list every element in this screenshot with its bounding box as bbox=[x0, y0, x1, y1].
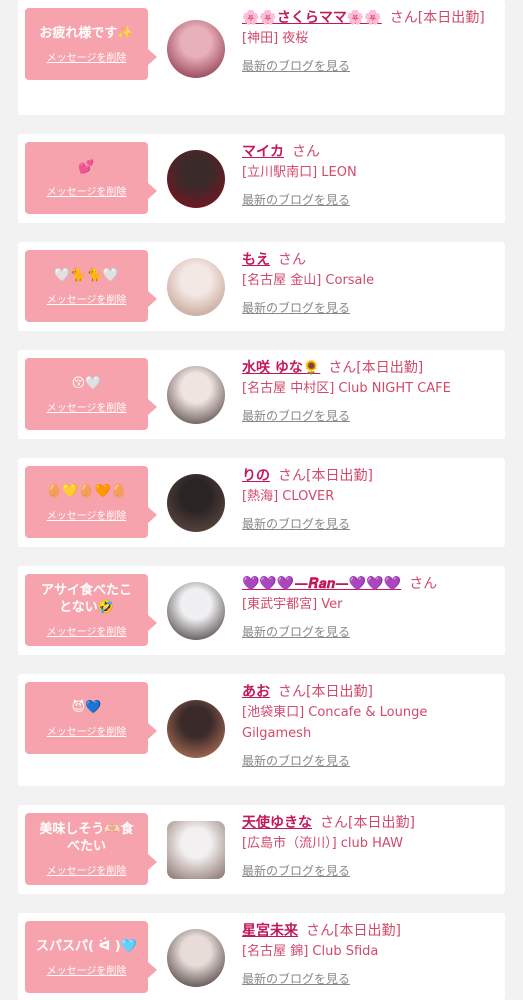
shop-label: [名古屋 金山] Corsale bbox=[242, 273, 375, 288]
message-bubble: 🤍🐈🐈🤍 メッセージを削除 bbox=[25, 250, 157, 322]
message-text: 😚🤍 bbox=[71, 375, 102, 391]
profile-name-link[interactable]: マイカ bbox=[242, 144, 284, 160]
profile-info: 水咲 ゆな🌻 さん[本日出勤] [名古屋 中村区] Club NIGHT CAFE… bbox=[242, 358, 499, 424]
message-card: 🥚💛🥚🧡🥚 メッセージを削除 りの さん[本日出勤] [熱海] CLOVER 最新… bbox=[18, 458, 505, 547]
avatar[interactable] bbox=[167, 929, 225, 987]
message-card: 💕 メッセージを削除 マイカ さん [立川駅南口] LEON 最新のブログを見る bbox=[18, 134, 505, 223]
avatar[interactable] bbox=[167, 366, 225, 424]
shop-label: [神田] 夜桜 bbox=[242, 31, 309, 46]
latest-blog-link[interactable]: 最新のブログを見る bbox=[242, 752, 350, 769]
name-suffix: さん[本日出勤] bbox=[389, 10, 485, 26]
latest-blog-link[interactable]: 最新のブログを見る bbox=[242, 970, 350, 987]
message-card: アサイ食べたことない🤣 メッセージを削除 💜💜💜—𝑹𝒂𝒏—💜💜💜 さん [東武宇都… bbox=[18, 566, 505, 655]
profile-info: あお さん[本日出勤] [池袋東口] Concafe & Lounge Gilga… bbox=[242, 682, 499, 769]
delete-message-link[interactable]: メッセージを削除 bbox=[47, 183, 127, 198]
profile-name-link[interactable]: 天使ゆきな bbox=[242, 815, 312, 831]
message-text: 💕 bbox=[78, 159, 95, 175]
message-bubble: 🥚💛🥚🧡🥚 メッセージを削除 bbox=[25, 466, 157, 538]
shop-label: [池袋東口] Concafe & Lounge Gilgamesh bbox=[242, 705, 428, 741]
profile-info: 🌸🌸さくらママ🌸🌸 さん[本日出勤] [神田] 夜桜 最新のブログを見る bbox=[242, 8, 499, 74]
profile-name-link[interactable]: 💜💜💜—𝑹𝒂𝒏—💜💜💜 bbox=[242, 576, 401, 592]
message-bubble: スパスパ( ᐛ )🩵 メッセージを削除 bbox=[25, 921, 157, 993]
name-suffix: さん[本日出勤] bbox=[320, 815, 415, 831]
avatar[interactable] bbox=[167, 150, 225, 208]
delete-message-link[interactable]: メッセージを削除 bbox=[47, 399, 127, 414]
delete-message-link[interactable]: メッセージを削除 bbox=[47, 49, 127, 64]
profile-name-link[interactable]: あお bbox=[242, 684, 270, 700]
shop-label: [広島市（流川）] club HAW bbox=[242, 836, 403, 851]
profile-info: 星宮未来 さん[本日出勤] [名古屋 錦] Club Sfida 最新のブログを見… bbox=[242, 921, 499, 987]
profile-name-link[interactable]: 星宮未来 bbox=[242, 923, 298, 939]
latest-blog-link[interactable]: 最新のブログを見る bbox=[242, 57, 350, 74]
message-text: お疲れ様です✨ bbox=[39, 25, 134, 41]
message-text: 🤍🐈🐈🤍 bbox=[54, 267, 119, 283]
message-card: スパスパ( ᐛ )🩵 メッセージを削除 星宮未来 さん[本日出勤] [名古屋 錦]… bbox=[18, 913, 505, 1000]
name-suffix: さん bbox=[292, 144, 320, 160]
avatar[interactable] bbox=[167, 474, 225, 532]
message-bubble: お疲れ様です✨ メッセージを削除 bbox=[25, 8, 157, 80]
name-suffix: さん[本日出勤] bbox=[328, 360, 424, 376]
name-suffix: さん bbox=[409, 576, 438, 592]
profile-info: りの さん[本日出勤] [熱海] CLOVER 最新のブログを見る bbox=[242, 466, 499, 532]
message-card: お疲れ様です✨ メッセージを削除 🌸🌸さくらママ🌸🌸 さん[本日出勤] [神田] … bbox=[18, 0, 505, 115]
message-bubble: 😈💙 メッセージを削除 bbox=[25, 682, 157, 754]
avatar[interactable] bbox=[167, 258, 225, 316]
shop-label: [名古屋 中村区] Club NIGHT CAFE bbox=[242, 381, 451, 396]
shop-label: [名古屋 錦] Club Sfida bbox=[242, 944, 379, 959]
name-suffix: さん[本日出勤] bbox=[278, 468, 373, 484]
profile-name-link[interactable]: 🌸🌸さくらママ🌸🌸 bbox=[242, 10, 382, 26]
message-text: 美味しそう🫶🏻食べたい bbox=[39, 822, 134, 854]
latest-blog-link[interactable]: 最新のブログを見る bbox=[242, 515, 350, 532]
message-card: 😚🤍 メッセージを削除 水咲 ゆな🌻 さん[本日出勤] [名古屋 中村区] Clu… bbox=[18, 350, 505, 439]
message-card: 🤍🐈🐈🤍 メッセージを削除 もえ さん [名古屋 金山] Corsale 最新のブ… bbox=[18, 242, 505, 331]
delete-message-link[interactable]: メッセージを削除 bbox=[47, 507, 127, 522]
delete-message-link[interactable]: メッセージを削除 bbox=[47, 962, 127, 977]
shop-label: [熱海] CLOVER bbox=[242, 489, 335, 504]
message-card: 😈💙 メッセージを削除 あお さん[本日出勤] [池袋東口] Concafe & … bbox=[18, 674, 505, 786]
latest-blog-link[interactable]: 最新のブログを見る bbox=[242, 623, 350, 640]
name-suffix: さん[本日出勤] bbox=[306, 923, 401, 939]
name-suffix: さん[本日出勤] bbox=[278, 684, 373, 700]
latest-blog-link[interactable]: 最新のブログを見る bbox=[242, 191, 350, 208]
avatar[interactable] bbox=[167, 582, 225, 640]
message-card: 美味しそう🫶🏻食べたい メッセージを削除 天使ゆきな さん[本日出勤] [広島市（… bbox=[18, 805, 505, 894]
message-bubble: 😚🤍 メッセージを削除 bbox=[25, 358, 157, 430]
latest-blog-link[interactable]: 最新のブログを見る bbox=[242, 407, 350, 424]
profile-info: もえ さん [名古屋 金山] Corsale 最新のブログを見る bbox=[242, 250, 499, 316]
name-suffix: さん bbox=[278, 252, 306, 268]
delete-message-link[interactable]: メッセージを削除 bbox=[47, 623, 127, 638]
profile-info: マイカ さん [立川駅南口] LEON 最新のブログを見る bbox=[242, 142, 499, 208]
profile-name-link[interactable]: もえ bbox=[242, 252, 270, 268]
profile-name-link[interactable]: 水咲 ゆな🌻 bbox=[242, 360, 320, 376]
profile-info: 天使ゆきな さん[本日出勤] [広島市（流川）] club HAW 最新のブログを… bbox=[242, 813, 499, 879]
message-text: アサイ食べたことない🤣 bbox=[40, 583, 132, 615]
delete-message-link[interactable]: メッセージを削除 bbox=[47, 291, 127, 306]
latest-blog-link[interactable]: 最新のブログを見る bbox=[242, 862, 350, 879]
delete-message-link[interactable]: メッセージを削除 bbox=[47, 862, 127, 877]
message-text: 😈💙 bbox=[71, 699, 102, 715]
message-list: お疲れ様です✨ メッセージを削除 🌸🌸さくらママ🌸🌸 さん[本日出勤] [神田] … bbox=[0, 0, 523, 1000]
message-bubble: 💕 メッセージを削除 bbox=[25, 142, 157, 214]
message-text: スパスパ( ᐛ )🩵 bbox=[36, 938, 137, 954]
avatar[interactable] bbox=[167, 821, 225, 879]
message-text: 🥚💛🥚🧡🥚 bbox=[46, 483, 127, 499]
delete-message-link[interactable]: メッセージを削除 bbox=[47, 723, 127, 738]
shop-label: [立川駅南口] LEON bbox=[242, 165, 357, 180]
profile-info: 💜💜💜—𝑹𝒂𝒏—💜💜💜 さん [東武宇都宮] Ver 最新のブログを見る bbox=[242, 574, 499, 640]
avatar[interactable] bbox=[167, 20, 225, 78]
shop-label: [東武宇都宮] Ver bbox=[242, 597, 343, 612]
profile-name-link[interactable]: りの bbox=[242, 468, 270, 484]
message-bubble: 美味しそう🫶🏻食べたい メッセージを削除 bbox=[25, 813, 157, 885]
latest-blog-link[interactable]: 最新のブログを見る bbox=[242, 299, 350, 316]
message-bubble: アサイ食べたことない🤣 メッセージを削除 bbox=[25, 574, 157, 646]
avatar[interactable] bbox=[167, 700, 225, 758]
